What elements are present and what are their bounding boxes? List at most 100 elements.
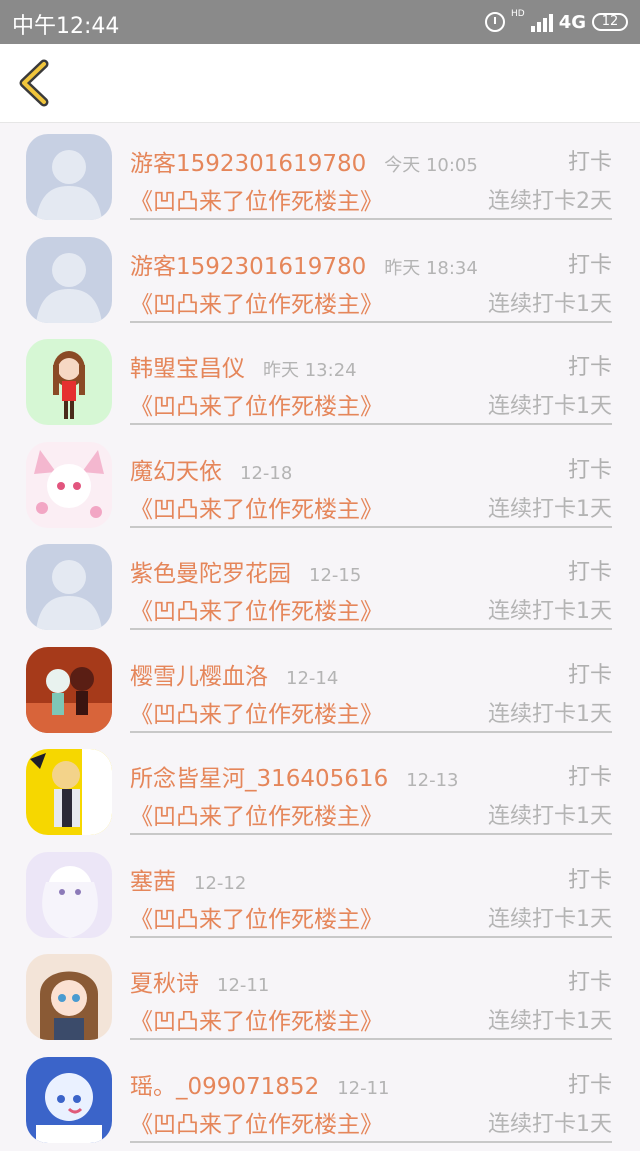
list-item[interactable]: 樱雪儿樱血洛 12-14 打卡《凹凸来了位作死楼主》 连续打卡1天	[0, 639, 640, 741]
streak-label: 连续打卡1天	[488, 906, 612, 932]
divider	[130, 628, 612, 630]
username[interactable]: 游客1592301619780	[130, 144, 366, 178]
name-line: 瑶。_099071852 12-11	[130, 1067, 390, 1101]
streak-label: 连续打卡1天	[488, 599, 612, 624]
list-item[interactable]: 夏秋诗 12-11 打卡《凹凸来了位作死楼主》 连续打卡1天	[0, 946, 640, 1048]
divider	[130, 1038, 612, 1040]
timestamp: 12-11	[337, 1077, 390, 1099]
timestamp: 今天 10:05	[384, 155, 478, 176]
streak-label: 连续打卡1天	[488, 1111, 612, 1137]
battery-level: 12	[601, 14, 619, 29]
status-bar: 中午12:44 HD 4G 12	[0, 0, 640, 44]
status-time: 中午12:44	[12, 14, 120, 39]
book-title[interactable]: 《凹凸来了位作死楼主》	[130, 900, 383, 934]
avatar[interactable]	[26, 646, 112, 733]
divider	[130, 218, 612, 220]
timestamp: 12-15	[309, 565, 362, 586]
action-label: 打卡	[567, 355, 612, 380]
username[interactable]: 紫色曼陀罗花园	[130, 554, 291, 588]
battery-icon: 12	[592, 13, 628, 31]
book-title[interactable]: 《凹凸来了位作死楼主》	[130, 490, 383, 524]
action-label: 打卡	[567, 765, 612, 790]
book-title[interactable]: 《凹凸来了位作死楼主》	[130, 1002, 383, 1036]
avatar[interactable]	[26, 851, 112, 938]
signal-icon	[530, 12, 553, 32]
list-item[interactable]: 瑶。_099071852 12-11 打卡《凹凸来了位作死楼主》 连续打卡1天	[0, 1049, 640, 1151]
avatar[interactable]	[26, 236, 112, 323]
book-title[interactable]: 《凹凸来了位作死楼主》	[130, 695, 383, 729]
timestamp: 昨天 13:24	[263, 360, 357, 381]
alarm-icon	[484, 12, 505, 32]
book-title[interactable]: 《凹凸来了位作死楼主》	[130, 592, 383, 626]
streak-label: 连续打卡1天	[488, 291, 612, 317]
streak-label: 连续打卡1天	[488, 1009, 612, 1034]
name-line: 塞茜 12-12	[130, 862, 247, 896]
timestamp: 昨天 18:34	[384, 257, 478, 279]
list-item[interactable]: 所念皆星河_316405616 12-13 打卡《凹凸来了位作死楼主》 连续打卡1天	[0, 741, 640, 843]
name-line: 韩琞宝昌仪 昨天 13:24	[130, 349, 357, 383]
chevron-left-icon	[19, 59, 49, 107]
divider	[130, 525, 612, 528]
divider	[130, 320, 612, 323]
username[interactable]: 樱雪儿樱血洛	[130, 657, 268, 691]
username[interactable]: 韩琞宝昌仪	[130, 349, 245, 383]
network-type: 4G	[558, 11, 586, 33]
divider	[130, 730, 612, 733]
timestamp: 12-18	[240, 462, 293, 484]
list-item[interactable]: 塞茜 12-12 打卡《凹凸来了位作死楼主》 连续打卡1天	[0, 844, 640, 946]
action-label: 打卡	[567, 560, 612, 585]
avatar[interactable]	[26, 1056, 112, 1143]
username[interactable]: 游客1592301619780	[130, 247, 366, 281]
book-title[interactable]: 《凹凸来了位作死楼主》	[130, 182, 383, 216]
divider	[130, 1140, 612, 1143]
action-label: 打卡	[567, 150, 612, 175]
action-label: 打卡	[567, 662, 612, 688]
name-line: 紫色曼陀罗花园 12-15	[130, 554, 362, 588]
username[interactable]: 瑶。_099071852	[130, 1067, 319, 1101]
action-label: 打卡	[567, 457, 612, 483]
book-title[interactable]: 《凹凸来了位作死楼主》	[130, 285, 383, 319]
streak-label: 连续打卡1天	[488, 394, 612, 419]
name-line: 樱雪儿樱血洛 12-14	[130, 657, 339, 691]
username[interactable]: 塞茜	[130, 862, 176, 896]
back-button[interactable]	[14, 58, 62, 108]
divider	[130, 423, 612, 425]
streak-label: 连续打卡1天	[488, 701, 612, 727]
timestamp: 12-12	[194, 872, 247, 894]
timestamp: 12-13	[406, 770, 459, 791]
avatar[interactable]	[26, 544, 112, 630]
username[interactable]: 魔幻天依	[130, 452, 222, 486]
timestamp: 12-11	[217, 975, 270, 996]
book-title[interactable]: 《凹凸来了位作死楼主》	[130, 1105, 383, 1139]
list-item[interactable]: 游客1592301619780 昨天 18:34 打卡《凹凸来了位作死楼主》 连续打卡…	[0, 229, 640, 331]
avatar[interactable]	[26, 954, 112, 1040]
name-line: 魔幻天依 12-18	[130, 452, 293, 486]
timestamp: 12-14	[286, 667, 339, 689]
avatar[interactable]	[26, 441, 112, 528]
action-label: 打卡	[567, 252, 612, 278]
action-label: 打卡	[567, 867, 612, 893]
avatar[interactable]	[26, 339, 112, 425]
list-item[interactable]: 紫色曼陀罗花园 12-15 打卡《凹凸来了位作死楼主》 连续打卡1天	[0, 536, 640, 638]
hd-label: HD	[510, 9, 525, 19]
avatar[interactable]	[26, 134, 112, 220]
name-line: 所念皆星河_316405616 12-13	[130, 759, 459, 793]
list-item[interactable]: 游客1592301619780 今天 10:05 打卡《凹凸来了位作死楼主》 连续打卡…	[0, 126, 640, 228]
list-item[interactable]: 魔幻天依 12-18 打卡《凹凸来了位作死楼主》 连续打卡1天	[0, 434, 640, 536]
streak-label: 连续打卡1天	[488, 804, 612, 829]
divider	[130, 833, 612, 835]
book-title[interactable]: 《凹凸来了位作死楼主》	[130, 797, 383, 831]
list-item[interactable]: 韩琞宝昌仪 昨天 13:24 打卡《凹凸来了位作死楼主》 连续打卡1天	[0, 331, 640, 433]
name-line: 游客1592301619780 昨天 18:34	[130, 247, 478, 281]
book-title[interactable]: 《凹凸来了位作死楼主》	[130, 387, 383, 421]
action-label: 打卡	[567, 970, 612, 995]
status-icons: HD 4G 12	[484, 8, 628, 36]
top-nav	[0, 44, 640, 123]
name-line: 夏秋诗 12-11	[130, 964, 270, 998]
avatar[interactable]	[26, 749, 112, 835]
action-label: 打卡	[567, 1072, 612, 1098]
username[interactable]: 夏秋诗	[130, 964, 199, 998]
streak-label: 连续打卡1天	[488, 496, 612, 522]
username[interactable]: 所念皆星河_316405616	[130, 759, 388, 793]
streak-label: 连续打卡2天	[488, 189, 612, 214]
